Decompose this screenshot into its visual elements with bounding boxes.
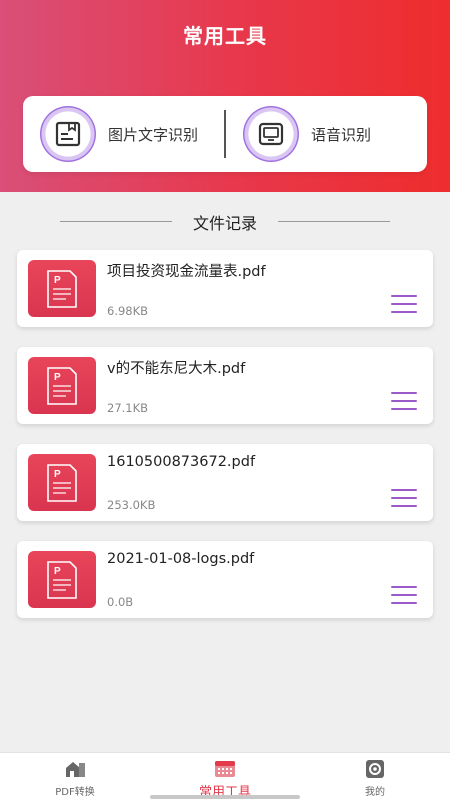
gear-icon — [366, 760, 384, 778]
file-name: v的不能东尼大木.pdf — [107, 361, 246, 377]
voice-screen-icon — [243, 106, 299, 162]
house-pdf-icon — [66, 762, 85, 777]
file-size: 6.98KB — [107, 304, 149, 318]
tab-label: PDF转换 — [55, 787, 95, 798]
file-name: 2021-01-08-logs.pdf — [107, 551, 255, 567]
toolbox-icon — [215, 761, 235, 777]
tab-mine[interactable]: 我的 — [300, 753, 450, 800]
file-size: 27.1KB — [107, 401, 149, 415]
section-header: 文件记录 — [0, 210, 450, 234]
menu-icon — [391, 295, 417, 297]
menu-icon — [391, 392, 417, 394]
file-menu-button[interactable] — [391, 586, 417, 604]
file-size: 253.0KB — [107, 498, 156, 512]
file-item[interactable]: P 项目投资现金流量表.pdf 6.98KB — [17, 250, 433, 327]
divider — [278, 221, 390, 222]
tab-pdf-convert[interactable]: PDF转换 — [0, 753, 150, 800]
tab-common-tools[interactable]: 常用工具 — [150, 753, 300, 800]
svg-text:P: P — [54, 469, 61, 480]
svg-text:P: P — [54, 275, 61, 286]
image-text-icon — [40, 106, 96, 162]
tool-label: 语音识别 — [311, 125, 372, 144]
pdf-file-icon: P — [28, 454, 96, 511]
tools-card: 图片文字识别 语音识别 — [23, 96, 427, 172]
image-text-recognition-button[interactable]: 图片文字识别 — [40, 106, 198, 162]
bottom-tab-bar: PDF转换 常用工具 我的 — [0, 752, 450, 800]
page-title: 常用工具 — [183, 24, 267, 48]
pdf-file-icon: P — [28, 260, 96, 317]
file-size: 0.0B — [107, 595, 134, 609]
menu-icon — [391, 586, 417, 588]
menu-icon — [391, 489, 417, 491]
file-menu-button[interactable] — [391, 489, 417, 507]
section-title: 文件记录 — [192, 214, 257, 233]
home-indicator — [150, 795, 300, 799]
tab-label: 我的 — [365, 787, 385, 798]
pdf-file-icon: P — [28, 357, 96, 414]
file-menu-button[interactable] — [391, 392, 417, 410]
voice-recognition-button[interactable]: 语音识别 — [243, 106, 371, 162]
file-item[interactable]: P 1610500873672.pdf 253.0KB — [17, 444, 433, 521]
file-item[interactable]: P 2021-01-08-logs.pdf 0.0B — [17, 541, 433, 618]
tool-label: 图片文字识别 — [108, 125, 199, 144]
svg-text:P: P — [54, 372, 61, 383]
file-menu-button[interactable] — [391, 295, 417, 313]
pdf-file-icon: P — [28, 551, 96, 608]
file-item[interactable]: P v的不能东尼大木.pdf 27.1KB — [17, 347, 433, 424]
file-name: 1610500873672.pdf — [107, 454, 256, 470]
divider — [224, 110, 226, 158]
file-name: 项目投资现金流量表.pdf — [107, 264, 266, 280]
svg-text:P: P — [54, 566, 61, 577]
